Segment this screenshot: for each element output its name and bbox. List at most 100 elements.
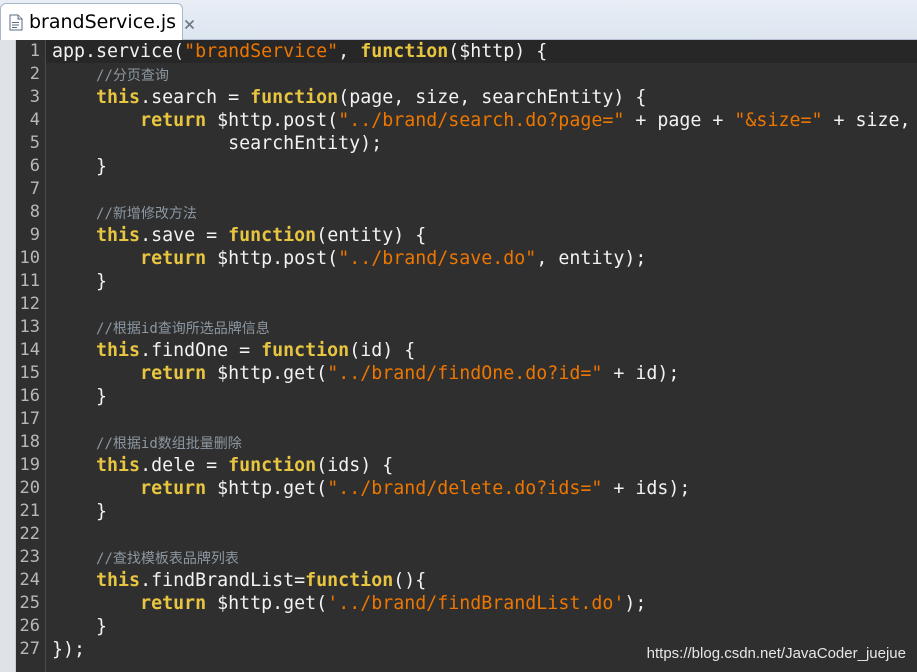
code-text: .findOne = [140, 340, 262, 361]
line-number: 13 [19, 317, 40, 337]
line-number: 19 [19, 455, 40, 475]
code-line[interactable]: this.findOne = function(id) { [52, 339, 415, 362]
code-text: } [52, 616, 108, 637]
code-line[interactable]: //新增修改方法 [52, 201, 197, 224]
code-text: $http.post( [206, 248, 339, 269]
code-keyword: this [96, 225, 141, 246]
code-text-area[interactable]: app.service("brandService", function($ht… [46, 40, 917, 672]
line-number: 10 [19, 248, 40, 268]
line-number: 15 [19, 363, 40, 383]
code-text: }); [52, 639, 86, 660]
line-number: 9 [29, 225, 40, 245]
code-line[interactable]: this.save = function(entity) { [52, 224, 426, 247]
code-line[interactable]: this.search = function(page, size, searc… [52, 86, 646, 109]
code-text: (page, size, searchEntity) { [338, 87, 647, 108]
code-keyword: function [305, 570, 394, 591]
code-comment: //根据id查询所选品牌信息 [96, 321, 270, 337]
code-line[interactable]: app.service("brandService", function($ht… [52, 40, 547, 63]
code-text: + page + [624, 110, 735, 131]
code-line[interactable]: } [52, 155, 107, 178]
code-text: (){ [393, 570, 427, 591]
code-text: ); [624, 593, 647, 614]
code-text: $http.get( [206, 593, 328, 614]
code-line[interactable]: this.findBrandList=function(){ [52, 569, 426, 592]
code-string: "brandService" [184, 41, 339, 62]
line-number: 21 [19, 501, 40, 521]
code-line[interactable]: return $http.get("../brand/findOne.do?id… [52, 362, 679, 385]
code-string: "../brand/delete.do?ids=" [327, 478, 603, 499]
code-line[interactable]: return $http.post("../brand/search.do?pa… [52, 109, 911, 132]
js-file-icon [9, 14, 23, 31]
code-string: "../brand/findOne.do?id=" [327, 363, 603, 384]
line-number: 1 [29, 41, 40, 61]
line-number: 4 [29, 110, 40, 130]
code-text: ($http) { [448, 41, 548, 62]
code-text: $http.get( [206, 363, 328, 384]
code-line[interactable]: } [52, 615, 107, 638]
code-string: '../brand/findBrandList.do' [327, 593, 625, 614]
code-line[interactable]: //分页查询 [52, 63, 169, 86]
code-keyword: function [360, 41, 449, 62]
code-line[interactable]: return $http.get("../brand/delete.do?ids… [52, 477, 690, 500]
code-text: .findBrandList= [140, 570, 306, 591]
line-number: 12 [19, 294, 40, 314]
code-line[interactable]: return $http.post("../brand/save.do", en… [52, 247, 646, 270]
code-text: } [52, 386, 108, 407]
line-number: 3 [29, 87, 40, 107]
code-text: .search = [140, 87, 251, 108]
code-text: + ids); [602, 478, 691, 499]
line-number: 16 [19, 386, 40, 406]
code-text: , [338, 41, 361, 62]
code-line[interactable]: //根据id查询所选品牌信息 [52, 316, 270, 339]
tab-title: brandService.js [29, 11, 177, 33]
code-line[interactable]: } [52, 385, 107, 408]
line-number: 6 [29, 156, 40, 176]
code-text: (entity) { [316, 225, 427, 246]
line-number: 23 [19, 547, 40, 567]
code-text: (id) { [349, 340, 416, 361]
code-keyword: return [140, 478, 207, 499]
line-number: 24 [19, 570, 40, 590]
line-number: 20 [19, 478, 40, 498]
code-line[interactable]: return $http.get('../brand/findBrandList… [52, 592, 646, 615]
code-keyword: return [140, 363, 207, 384]
code-keyword: return [140, 248, 207, 269]
line-number: 5 [29, 133, 40, 153]
code-text: } [52, 271, 108, 292]
code-editor[interactable]: 1 2 3 4 5 6 7 8 9 10 11 12 13 14 15 16 17 18 19 20 21 22 23 24 2… [0, 40, 917, 672]
code-string: "../brand/save.do" [338, 248, 537, 269]
line-number: 11 [19, 271, 40, 291]
line-number: 27 [19, 639, 40, 659]
code-line[interactable]: } [52, 500, 107, 523]
code-keyword: function [228, 225, 317, 246]
editor-window: brandService.js 1 2 3 4 5 6 7 8 9 10 11 12 13 14 15 16 1… [0, 0, 917, 672]
code-line[interactable]: //查找模板表品牌列表 [52, 546, 239, 569]
code-text: .save = [140, 225, 229, 246]
code-text: } [52, 501, 108, 522]
code-comment: //新增修改方法 [96, 206, 197, 222]
line-number: 14 [19, 340, 40, 360]
code-line[interactable]: this.dele = function(ids) { [52, 454, 393, 477]
code-line[interactable]: } [52, 270, 107, 293]
code-comment: //根据id数组批量删除 [96, 436, 242, 452]
code-line[interactable]: searchEntity); [52, 132, 382, 155]
close-icon[interactable] [184, 17, 195, 29]
code-text: + size, [822, 110, 911, 131]
code-line[interactable]: }); [52, 638, 85, 661]
code-string: "../brand/search.do?page=" [338, 110, 625, 131]
tab-brandservice-js[interactable]: brandService.js [0, 3, 195, 40]
code-line[interactable]: //根据id数组批量删除 [52, 431, 242, 454]
code-keyword: function [228, 455, 317, 476]
code-keyword: return [140, 593, 207, 614]
